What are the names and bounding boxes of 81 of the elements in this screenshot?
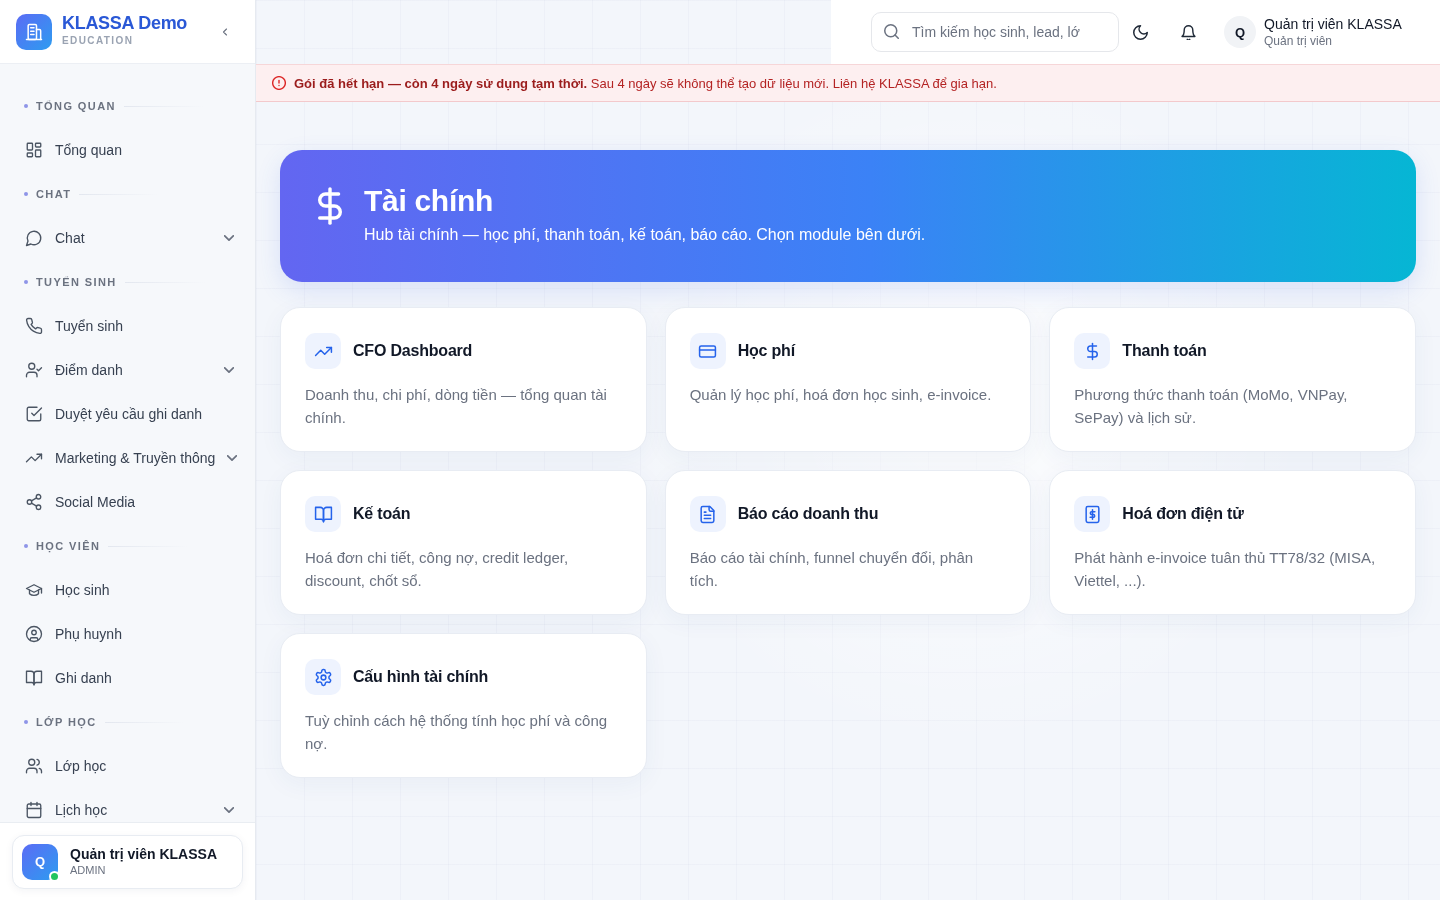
page-title: Tài chính — [364, 184, 494, 218]
user-avatar[interactable]: Q — [1224, 16, 1256, 48]
module-title: Hoá đơn điện tử — [1122, 505, 1244, 523]
module-title: Kế toán — [353, 505, 411, 523]
brand-name: KLASSA Demo — [62, 11, 189, 34]
user-name: Quản trị viên KLASSA — [1264, 15, 1402, 33]
module-card[interactable]: Hoá đơn điện tử Phát hành e-invoice tuân thủ TT78/32 (MISA, Viettel, ...). — [1049, 470, 1416, 615]
module-description: Tuỳ chỉnh cách hệ thống tính học phí và công nợ. — [305, 711, 609, 754]
module-title: Học phí — [737, 342, 795, 360]
module-title: Báo cáo doanh thu — [737, 505, 879, 523]
grid-icon — [25, 141, 43, 159]
dollar-icon — [318, 187, 342, 225]
moon-icon — [1132, 24, 1148, 40]
section-label: HỌC VIÊN — [36, 540, 101, 552]
settings-icon — [305, 659, 341, 695]
user-role: ADMIN — [70, 863, 107, 878]
search-field[interactable]: Tìm kiếm học sinh, lead, lớ — [871, 12, 1119, 52]
phone-icon — [25, 317, 43, 335]
graduation-cap-icon — [25, 581, 43, 599]
trend-up-icon — [305, 333, 341, 369]
module-card[interactable]: Thanh toán Phương thức thanh toán (MoMo, VNPay, SePay) và lịch sử. — [1049, 307, 1416, 452]
section-dot-icon — [24, 104, 28, 108]
sidebar-item[interactable]: Phụ huynh — [12, 612, 248, 656]
section-label: CHAT — [36, 188, 72, 200]
dollar-document-icon — [1074, 496, 1111, 532]
alert-circle-icon — [272, 76, 286, 90]
sidebar-item[interactable]: Tổng quan — [12, 128, 248, 172]
checkbox-icon — [25, 405, 43, 423]
sidebar-item[interactable]: Chat — [12, 216, 248, 260]
module-card[interactable]: Cấu hình tài chính Tuỳ chỉnh cách hệ thống tính học phí và công nợ. — [280, 633, 647, 778]
user-card[interactable]: Q Quản trị viên KLASSA ADMIN — [12, 834, 243, 889]
module-card[interactable]: CFO Dashboard Doanh thu, chi phí, dòng tiền — tổng quan tài chính. — [280, 307, 647, 452]
credit-card-icon — [689, 333, 726, 369]
module-description: Phương thức thanh toán (MoMo, VNPay, SePay) và lịch sử. — [1074, 385, 1349, 428]
section-label: LỚP HỌC — [36, 716, 97, 728]
document-icon — [689, 496, 726, 532]
sidebar-item[interactable]: Duyệt yêu cầu ghi danh — [12, 392, 248, 436]
brand-subtitle: EDUCATION — [62, 33, 135, 48]
user-circle-icon — [25, 625, 43, 643]
user-role: Quản trị viên — [1264, 33, 1334, 49]
open-book-icon — [305, 496, 341, 532]
module-title: Cấu hình tài chính — [353, 668, 489, 686]
alert-message: Gói đã hết hạn — còn 4 ngày sử dụng tạm thời. Sau 4 ngày sẽ không thể tạo dữ liệu mới. Liên hệ KLASSA để gia hạn. — [294, 75, 997, 91]
section-label: TỔNG QUAN — [36, 100, 116, 112]
module-title: CFO Dashboard — [353, 342, 473, 360]
module-card[interactable]: Học phí Quản lý học phí, hoá đơn học sinh, e-invoice. — [664, 307, 1032, 452]
sidebar-item[interactable]: Điểm danh — [12, 348, 248, 392]
sidebar-item[interactable]: Học sinh — [12, 568, 248, 612]
sidebar-item[interactable]: Social Media — [12, 480, 248, 524]
module-description: Hoá đơn chi tiết, công nợ, credit ledger, discount, chốt sổ. — [305, 548, 570, 591]
user-check-icon — [25, 361, 43, 379]
section-dot-icon — [24, 192, 28, 196]
users-icon — [25, 757, 43, 775]
search-icon — [884, 24, 899, 39]
user-name: Quản trị viên KLASSA — [70, 845, 218, 863]
section-dot-icon — [24, 280, 28, 284]
sidebar-item[interactable]: Ghi danh — [12, 656, 248, 700]
open-book-icon — [25, 669, 43, 687]
user-avatar: Q — [22, 843, 58, 880]
building-logo-icon — [16, 13, 52, 50]
dollar-icon — [1074, 333, 1111, 369]
module-description: Báo cáo tài chính, funnel chuyển đổi, phân tích. — [689, 548, 975, 591]
chevron-left-icon — [222, 26, 228, 37]
sidebar-item[interactable]: Marketing & Truyền thông — [12, 436, 248, 480]
section-dot-icon — [24, 720, 28, 724]
module-description: Quản lý học phí, hoá đơn học sinh, e-invoice. — [689, 385, 993, 405]
module-description: Doanh thu, chi phí, dòng tiền — tổng quan tài chính. — [305, 385, 608, 428]
calendar-icon — [25, 801, 43, 819]
page-subtitle: Hub tài chính — học phí, thanh toán, kế toán, báo cáo. Chọn module bên dưới. — [364, 225, 926, 245]
sidebar-item[interactable]: Lịch học — [12, 788, 248, 822]
module-description: Phát hành e-invoice tuân thủ TT78/32 (MISA, Viettel, ...). — [1074, 548, 1377, 591]
module-title: Thanh toán — [1122, 342, 1207, 360]
sidebar-item[interactable]: Tuyển sinh — [12, 304, 248, 348]
module-card[interactable]: Báo cáo doanh thu Báo cáo tài chính, funnel chuyển đổi, phân tích. — [664, 470, 1032, 615]
module-card[interactable]: Kế toán Hoá đơn chi tiết, công nợ, credit ledger, discount, chốt sổ. — [280, 470, 647, 615]
bell-icon — [1180, 24, 1196, 40]
sidebar-item[interactable]: Lớp học — [12, 744, 248, 788]
share-icon — [25, 493, 43, 511]
section-label: TUYỂN SINH — [36, 276, 117, 288]
chat-bubble-icon — [25, 229, 43, 247]
section-dot-icon — [24, 544, 28, 548]
